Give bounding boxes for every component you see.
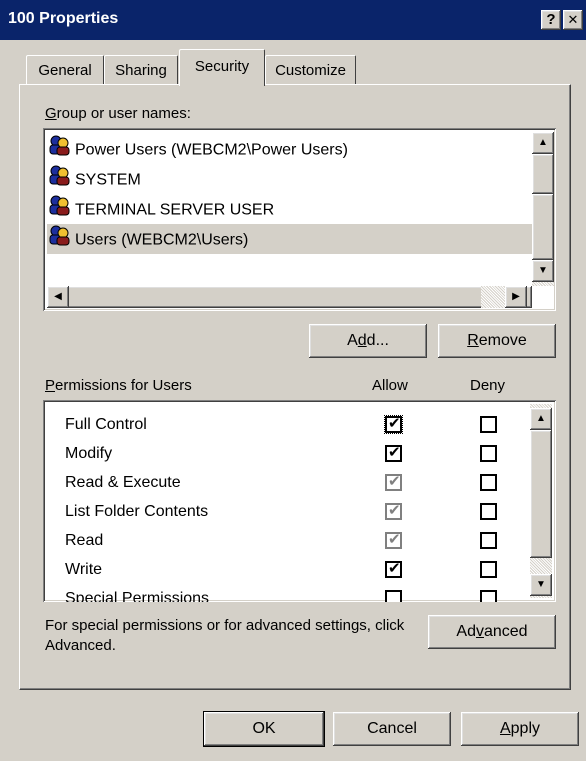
tab-general[interactable]: General bbox=[26, 55, 104, 86]
list-item[interactable]: TERMINAL SERVER USER bbox=[47, 194, 532, 224]
permission-name: Special Permissions bbox=[65, 590, 210, 602]
permission-name: List Folder Contents bbox=[65, 503, 209, 520]
tab-security[interactable]: Security bbox=[179, 49, 265, 86]
users-group-icon bbox=[47, 224, 71, 257]
permissions-rows: Full Control ✔ Modify ✔ Read & Execute ✔ List … bbox=[43, 410, 530, 602]
deny-checkbox[interactable] bbox=[480, 503, 497, 520]
allow-checkbox[interactable]: ✔ bbox=[385, 502, 402, 520]
group-names-label-text: roup or user names: bbox=[56, 105, 191, 122]
add-button-label: Add... bbox=[347, 332, 389, 349]
tab-sharing[interactable]: Sharing bbox=[104, 55, 178, 86]
add-button[interactable]: Add... bbox=[309, 324, 427, 358]
ok-button[interactable]: OK bbox=[203, 711, 325, 747]
list-item[interactable]: Power Users (WEBCM2\Power Users) bbox=[47, 134, 532, 164]
permission-name: Write bbox=[65, 561, 103, 578]
permission-row: List Folder Contents ✔ bbox=[43, 497, 530, 526]
scroll-down-icon[interactable]: ▼ bbox=[530, 574, 552, 596]
tab-customize[interactable]: Customize bbox=[265, 55, 356, 86]
window-title: 100 Properties bbox=[8, 10, 119, 27]
advanced-button[interactable]: Advanced bbox=[428, 615, 556, 649]
permission-row: Write ✔ bbox=[43, 555, 530, 584]
deny-checkbox[interactable] bbox=[480, 561, 497, 578]
allow-checkbox[interactable]: ✔ bbox=[385, 473, 402, 491]
group-names-label: Group or user names: bbox=[45, 105, 191, 122]
allow-checkbox[interactable]: ✔ bbox=[385, 531, 402, 549]
list-item-label: Users (WEBCM2\Users) bbox=[75, 231, 249, 249]
group-names-list[interactable]: Power Users (WEBCM2\Power Users) SYSTEM … bbox=[43, 128, 556, 311]
remove-button[interactable]: Remove bbox=[438, 324, 556, 358]
permission-row: Full Control ✔ bbox=[43, 410, 530, 439]
deny-checkbox[interactable] bbox=[480, 590, 497, 602]
help-button[interactable]: ? bbox=[541, 10, 561, 30]
permission-row: Read ✔ bbox=[43, 526, 530, 555]
perm-vscroll-thumb[interactable] bbox=[530, 430, 552, 558]
vscroll-thumb[interactable] bbox=[532, 154, 554, 194]
allow-checkbox[interactable] bbox=[385, 590, 402, 602]
scroll-down-icon[interactable]: ▼ bbox=[532, 260, 554, 282]
permission-name: Read bbox=[65, 532, 104, 549]
scroll-up-icon[interactable]: ▲ bbox=[530, 408, 552, 430]
permissions-list[interactable]: Full Control ✔ Modify ✔ Read & Execute ✔ List … bbox=[43, 400, 556, 602]
list-item[interactable]: SYSTEM bbox=[47, 164, 532, 194]
deny-checkbox[interactable] bbox=[480, 416, 497, 433]
permission-name: Modify bbox=[65, 445, 113, 462]
allow-checkbox[interactable]: ✔ bbox=[385, 444, 402, 462]
deny-checkbox[interactable] bbox=[480, 474, 497, 491]
cancel-button[interactable]: Cancel bbox=[333, 712, 451, 746]
permission-row: Special Permissions bbox=[43, 584, 530, 602]
allow-checkbox[interactable]: ✔ bbox=[384, 415, 403, 434]
list-item-label: SYSTEM bbox=[75, 171, 141, 189]
apply-button-label: Apply bbox=[499, 720, 541, 737]
permissions-label-text: ermissions for Users bbox=[55, 377, 192, 394]
permission-name: Full Control bbox=[65, 416, 147, 433]
permission-row: Modify ✔ bbox=[43, 439, 530, 468]
permission-name: Read & Execute bbox=[65, 474, 181, 491]
allow-checkbox[interactable]: ✔ bbox=[385, 560, 402, 578]
users-group-icon bbox=[47, 134, 71, 167]
advanced-button-label: Advanced bbox=[456, 623, 528, 640]
group-names-label-accel: G bbox=[45, 105, 57, 122]
scroll-right-icon[interactable]: ▶ bbox=[505, 286, 527, 308]
users-group-icon bbox=[47, 194, 71, 227]
vscroll-thumb-lower[interactable] bbox=[532, 194, 554, 260]
permissions-label: Permissions for Users bbox=[45, 377, 192, 394]
scroll-up-icon[interactable]: ▲ bbox=[532, 132, 554, 154]
deny-header: Deny bbox=[470, 377, 506, 394]
permission-row: Read & Execute ✔ bbox=[43, 468, 530, 497]
scroll-left-icon[interactable]: ◀ bbox=[47, 286, 69, 308]
allow-header: Allow bbox=[372, 377, 408, 394]
advanced-note: For special permissions or for advanced … bbox=[45, 617, 405, 654]
users-group-icon bbox=[47, 164, 71, 197]
list-item-label: TERMINAL SERVER USER bbox=[75, 201, 275, 219]
apply-button[interactable]: Apply bbox=[461, 712, 579, 746]
hscroll-track-right[interactable] bbox=[481, 286, 505, 308]
close-button[interactable]: ✕ bbox=[563, 10, 583, 30]
deny-checkbox[interactable] bbox=[480, 445, 497, 462]
list-item[interactable]: Users (WEBCM2\Users) bbox=[47, 224, 532, 254]
remove-button-label: Remove bbox=[467, 332, 527, 349]
group-list-hscroll-track[interactable] bbox=[47, 286, 532, 308]
deny-checkbox[interactable] bbox=[480, 532, 497, 549]
list-item-label: Power Users (WEBCM2\Power Users) bbox=[75, 141, 348, 159]
